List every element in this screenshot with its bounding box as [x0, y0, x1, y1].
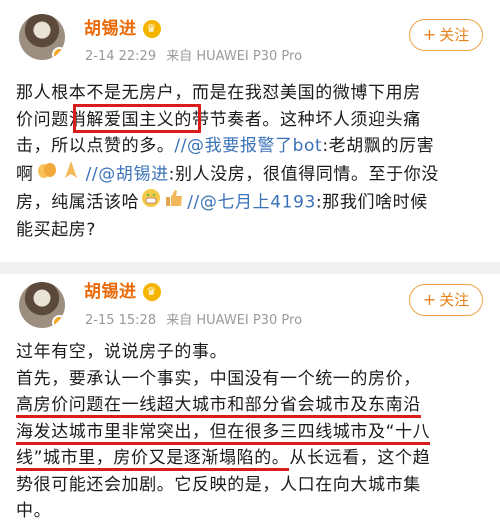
author-name-row: 胡锡进 ♛	[84, 277, 161, 302]
grin-emoji	[141, 188, 161, 217]
post-meta: 2-15 15:28 来自 HUAWEI P30 Pro	[85, 309, 302, 328]
post-source: 来自 HUAWEI P30 Pro	[166, 49, 303, 64]
text-line: 线”城市里，房价又是逐渐塌陷的。从长远看，这个趋	[16, 445, 488, 472]
text-line: 势很可能还会加剧。它反映的是，人口在向大城市集	[16, 474, 421, 495]
post-meta: 2-14 22:29 来自 HUAWEI P30 Pro	[85, 45, 302, 64]
author-name-row: 胡锡进 ♛	[84, 14, 161, 39]
follow-button[interactable]: + 关注	[409, 19, 483, 51]
follow-button[interactable]: + 关注	[409, 284, 483, 316]
verified-badge-icon	[52, 47, 65, 60]
weibo-post-2: 胡锡进 ♛ 2-15 15:28 来自 HUAWEI P30 Pro + 关注 过年…	[0, 274, 500, 529]
underlined-text: 海发达城市里非常突出，但在很多三四线城市及“十八	[16, 421, 431, 445]
text-line: 过年有空，说说房子的事。	[16, 342, 228, 362]
post-time: 2-15 15:28	[85, 313, 157, 328]
weibo-post-1: 胡锡进 ♛ 2-14 22:29 来自 HUAWEI P30 Pro + 关注 那人…	[0, 0, 500, 262]
mention-link[interactable]: //@七月上4193	[187, 192, 316, 212]
text-line: 能买起房?	[16, 219, 97, 240]
post-text: 那人根本不是无房户，而是在我怼美国的微博下用房 价问题消解爱国主义的带节奏者。这…	[16, 80, 488, 243]
mention-link[interactable]: //@胡锡进	[86, 164, 169, 184]
vip-badge-icon: ♛	[142, 20, 161, 38]
follow-label: 关注	[439, 291, 470, 309]
avatar[interactable]	[19, 14, 65, 60]
post-time: 2-14 22:29	[85, 49, 157, 64]
plus-icon: +	[422, 25, 437, 44]
vip-badge-icon: ♛	[142, 283, 161, 301]
highlighted-phrase: 消解爱国主义	[68, 109, 175, 130]
text-line: 高房价问题在一线超大城市和部分省会城市及东南沿	[16, 392, 488, 419]
text-line: 房，纯属活该哈 //@七月上4193:那我们啥时候	[16, 188, 488, 217]
follow-label: 关注	[439, 26, 470, 44]
pray-emoji	[60, 160, 82, 189]
underlined-text: 高房价问题在一线超大城市和部分省会城市及东南沿	[16, 395, 421, 418]
author-name[interactable]: 胡锡进	[84, 19, 137, 39]
avatar[interactable]	[19, 282, 65, 328]
text-line: 啊 //@胡锡进:别人没房，很值得同情。至于你没	[16, 160, 488, 189]
text-line: 那人根本不是无房户，而是在我怼美国的微博下用房	[16, 83, 421, 103]
author-name[interactable]: 胡锡进	[84, 282, 137, 302]
verified-badge-icon	[52, 315, 65, 328]
text-line: 击，所以点赞的多。//@我要报警了bot:老胡飘的厉害	[16, 136, 435, 156]
clap-emoji	[36, 160, 58, 189]
text-line: 首先，要承认一个事实，中国没有一个统一的房价，	[16, 368, 421, 389]
text-line: 海发达城市里非常突出，但在很多三四线城市及“十八	[16, 419, 488, 446]
text-line: 价问题消解爱国主义的带节奏者。这种坏人须迎头痛	[16, 109, 421, 130]
post-text: 过年有空，说说房子的事。 首先，要承认一个事实，中国没有一个统一的房价， 高房价…	[16, 339, 488, 525]
post-source: 来自 HUAWEI P30 Pro	[166, 313, 303, 328]
thumbs-up-emoji	[164, 188, 184, 217]
underlined-text: 线”城市里，房价又是逐渐塌陷的。	[16, 448, 290, 471]
mention-link[interactable]: //@我要报警了bot	[174, 136, 322, 156]
text-line: 中。	[16, 501, 52, 521]
post-divider	[0, 262, 500, 274]
plus-icon: +	[422, 290, 437, 309]
